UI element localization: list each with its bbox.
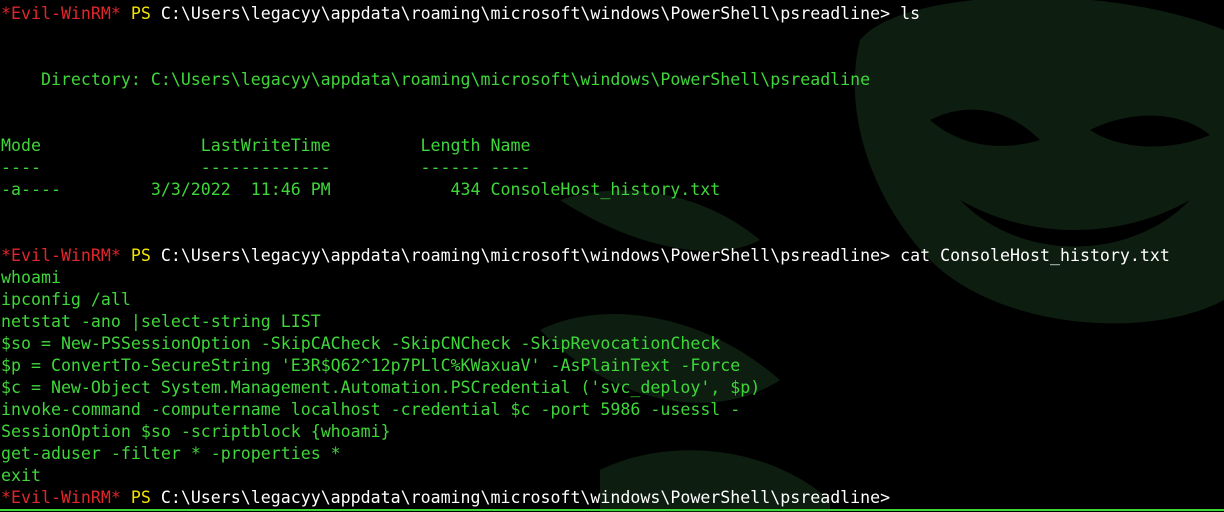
underline-mode: ---- (1, 158, 41, 177)
prompt-line: *Evil-WinRM* PS C:\Users\legacyy\appdata\r… (1, 3, 1224, 25)
prompt-tag: *Evil-WinRM* (1, 246, 121, 265)
history-text: $c = New-Object System.Management.Automa… (1, 378, 761, 397)
file-time: 11:46 PM (250, 180, 331, 199)
history-line: ipconfig /all (1, 289, 1224, 311)
column-header-name: Name (490, 136, 531, 155)
history-line: exit (1, 465, 1224, 487)
history-line: $p = ConvertTo-SecureString 'E3R$Q62^12p… (1, 355, 1224, 377)
prompt-line: *Evil-WinRM* PS C:\Users\legacyy\appdata\r… (1, 245, 1224, 267)
listing-file-row: -a---- 3/3/2022 11:46 PM 434 ConsoleHost_his… (1, 179, 1224, 201)
column-header-last-write-time: LastWriteTime (200, 136, 331, 155)
prompt-ps: PS (130, 4, 151, 23)
prompt-path: C:\Users\legacyy\appdata\roaming\microso… (160, 488, 891, 507)
prompt-tag: *Evil-WinRM* (1, 4, 121, 23)
history-text: $p = ConvertTo-SecureString 'E3R$Q62^12p… (1, 356, 741, 375)
history-text: SessionOption $so -scriptblock {whoami} (1, 422, 391, 441)
prompt-ps: PS (130, 246, 151, 265)
file-date: 3/3/2022 (150, 180, 231, 199)
prompt-ps: PS (130, 488, 151, 507)
prompt-path: C:\Users\legacyy\appdata\roaming\microso… (160, 246, 891, 265)
directory-line: Directory: C:\Users\legacyy\appdata\roam… (1, 69, 1224, 91)
terminal-window[interactable]: *Evil-WinRM* PS C:\Users\legacyy\appdata\r… (0, 0, 1224, 512)
underline-length: ------ (420, 158, 481, 177)
listing-underline-row: ---- ------------- ------ ---- (1, 157, 1224, 179)
history-line: netstat -ano |select-string LIST (1, 311, 1224, 333)
command-text: ls (900, 4, 921, 23)
underline-name: ---- (490, 158, 531, 177)
history-text: whoami (1, 268, 61, 287)
column-header-mode: Mode (1, 136, 41, 155)
file-length: 434 (450, 180, 481, 199)
history-line: get-aduser -filter * -properties * (1, 443, 1224, 465)
history-text: get-aduser -filter * -properties * (1, 444, 341, 463)
listing-header-row: Mode LastWriteTime Length Name (1, 135, 1224, 157)
command-text: cat ConsoleHost_history.txt (900, 246, 1170, 265)
history-line: $c = New-Object System.Management.Automa… (1, 377, 1224, 399)
directory-path: Directory: C:\Users\legacyy\appdata\roam… (40, 70, 871, 89)
file-name: ConsoleHost_history.txt (490, 180, 721, 199)
column-header-length: Length (420, 136, 481, 155)
terminal-bottom-border (0, 509, 1224, 511)
prompt-tag: *Evil-WinRM* (1, 488, 121, 507)
history-text: $so = New-PSSessionOption -SkipCACheck -… (1, 334, 721, 353)
file-mode: -a---- (1, 180, 61, 199)
terminal-output: *Evil-WinRM* PS C:\Users\legacyy\appdata\r… (1, 3, 1224, 509)
history-line: $so = New-PSSessionOption -SkipCACheck -… (1, 333, 1224, 355)
last-write-time-cell: 3/3/2022 11:46 PM (151, 179, 331, 201)
command-input[interactable] (900, 490, 910, 508)
history-line: SessionOption $so -scriptblock {whoami} (1, 421, 1224, 443)
prompt-path: C:\Users\legacyy\appdata\roaming\microso… (160, 4, 891, 23)
history-text: ipconfig /all (1, 290, 131, 309)
history-text: exit (1, 466, 41, 485)
history-text: invoke-command -computername localhost -… (1, 400, 741, 419)
history-line: invoke-command -computername localhost -… (1, 399, 1224, 421)
history-line: whoami (1, 267, 1224, 289)
history-text: netstat -ano |select-string LIST (1, 312, 321, 331)
underline-last-write-time: ------------- (200, 158, 331, 177)
active-prompt-line[interactable]: *Evil-WinRM* PS C:\Users\legacyy\appdata\r… (1, 487, 1224, 509)
